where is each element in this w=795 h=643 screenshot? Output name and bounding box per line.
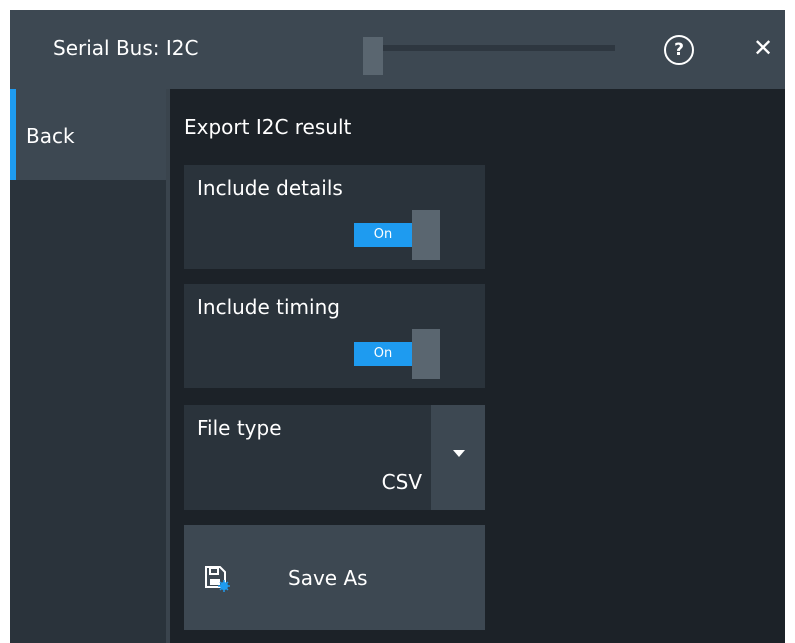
back-button[interactable]: Back (10, 89, 166, 180)
toggle-state: On (354, 342, 412, 366)
save-as-button[interactable]: Save As (184, 525, 485, 630)
save-as-label: Save As (288, 566, 368, 590)
toggle-knob (412, 329, 440, 379)
toggle-knob (412, 210, 440, 260)
nav-divider (166, 89, 170, 643)
side-nav: Back (10, 89, 166, 643)
dialog-slider-thumb[interactable] (363, 37, 383, 75)
serial-bus-dialog: Serial Bus: I2C ? ✕ Back Export I2C resu… (10, 10, 785, 643)
file-type-select[interactable]: File type CSV (184, 405, 485, 510)
include-timing-label: Include timing (197, 295, 340, 319)
title-bar: Serial Bus: I2C ? ✕ (10, 10, 785, 89)
chevron-down-icon (453, 450, 465, 457)
toggle-state: On (354, 223, 412, 247)
file-type-dropdown-button[interactable] (431, 405, 485, 510)
include-timing-toggle[interactable]: On (354, 329, 440, 379)
section-title: Export I2C result (184, 115, 352, 139)
selected-indicator (10, 89, 16, 180)
save-icon (202, 564, 230, 592)
back-label: Back (26, 124, 75, 148)
dialog-slider-track[interactable] (372, 45, 615, 51)
dialog-title: Serial Bus: I2C (53, 36, 199, 60)
include-timing-card: Include timing On (184, 284, 485, 388)
include-details-label: Include details (197, 176, 343, 200)
include-details-toggle[interactable]: On (354, 210, 440, 260)
include-details-card: Include details On (184, 165, 485, 269)
help-icon[interactable]: ? (664, 35, 694, 65)
file-type-value: CSV (381, 470, 422, 494)
close-icon[interactable]: ✕ (748, 32, 778, 64)
file-type-label: File type (197, 416, 282, 440)
